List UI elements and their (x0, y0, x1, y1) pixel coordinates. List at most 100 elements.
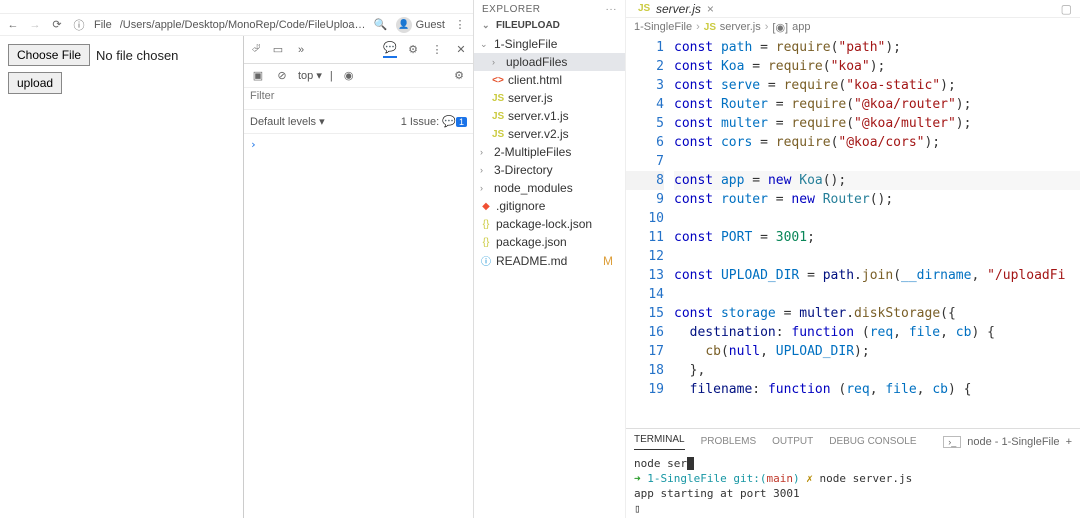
tree-item-label: 1-SingleFile (494, 37, 557, 51)
explorer-root[interactable]: ⌄ FILEUPLOAD (474, 18, 625, 33)
browser-toolbar: ← → ⟳ ⓘ File /Users/apple/Desktop/MonoRe… (0, 14, 473, 36)
chevron-icon: ⌄ (480, 39, 490, 50)
crumb-symbol[interactable]: app (792, 21, 810, 33)
editor-tabs: JS server.js × ▢ (626, 0, 1080, 18)
explorer-more-icon[interactable]: ··· (606, 4, 618, 15)
file-server-v1-js[interactable]: JS server.v1.js (474, 107, 625, 125)
git-status-badge: M (603, 254, 619, 268)
crumb-file[interactable]: server.js (720, 21, 761, 33)
crumb-folder[interactable]: 1-SingleFile (634, 21, 692, 33)
file-server-v2-js[interactable]: JS server.v2.js (474, 125, 625, 143)
folder-1-singlefile[interactable]: ⌄ 1-SingleFile (474, 35, 625, 53)
upload-button[interactable]: upload (8, 72, 62, 94)
inspect-icon[interactable]: ⮰ (248, 43, 264, 56)
browser-tabstrip (0, 0, 473, 14)
avatar-icon: 👤 (396, 17, 412, 33)
tree-item-label: package.json (496, 235, 567, 249)
tab-output[interactable]: OUTPUT (772, 436, 813, 447)
terminal-proc-icon[interactable]: ›_ (943, 436, 961, 448)
tree-item-label: server.v2.js (508, 127, 569, 141)
chevron-icon: › (480, 147, 490, 157)
file-readme-md[interactable]: ⓘREADME.mdM (474, 251, 625, 270)
file-tree: ⌄1-SingleFile›uploadFiles<>client.htmlJS… (474, 33, 625, 518)
tab-server-js[interactable]: JS server.js × (630, 2, 722, 16)
line-gutter: 12345678910111213141516171819 (626, 36, 674, 428)
breadcrumbs[interactable]: 1-SingleFile › JS server.js › [◉] app (626, 18, 1080, 36)
close-devtools-icon[interactable]: ✕ (453, 43, 469, 56)
tree-item-label: node_modules (494, 181, 573, 195)
clear-console-icon[interactable]: ⊘ (274, 69, 290, 82)
console-prompt[interactable]: › (244, 134, 473, 155)
tree-item-label: uploadFiles (506, 55, 567, 69)
file-package-json[interactable]: {} package.json (474, 233, 625, 251)
symbol-icon: [◉] (772, 21, 788, 34)
address-bar[interactable]: /Users/apple/Desktop/MonoRep/Code/FileUp… (120, 19, 366, 31)
terminal-body[interactable]: node ser ➜ 1-SingleFile git:(main) ✗ nod… (626, 454, 1080, 518)
file-package-lock-json[interactable]: {}package-lock.json (474, 215, 625, 233)
vscode-pane: EXPLORER ··· ⌄ FILEUPLOAD ⌄ 1-SingleFile ›… (474, 0, 1080, 518)
url-prefix: File (94, 19, 112, 31)
profile-label: Guest (416, 19, 445, 31)
folder-2-multiplefiles[interactable]: › 2-MultipleFiles (474, 143, 625, 161)
file-client-html[interactable]: <>client.html (474, 71, 625, 89)
js-icon: JS (492, 111, 504, 122)
tree-item-label: 3-Directory (494, 163, 553, 177)
tab-problems[interactable]: PROBLEMS (701, 436, 757, 447)
js-icon: JS (492, 93, 504, 104)
console-filter (244, 88, 473, 110)
file-status-label: No file chosen (96, 48, 178, 63)
json-icon: {} (480, 219, 492, 230)
console-levels-row: Default levels ▾ 1 Issue: 💬1 (244, 110, 473, 134)
close-tab-icon[interactable]: × (707, 2, 714, 16)
chevron-icon: › (480, 165, 490, 175)
device-icon[interactable]: ▭ (270, 43, 286, 56)
folder-node_modules[interactable]: ›node_modules (474, 179, 625, 197)
tab-terminal[interactable]: TERMINAL (634, 434, 685, 450)
explorer-title: EXPLORER (482, 4, 540, 15)
chat-icon[interactable]: 💬 (383, 41, 397, 58)
new-terminal-icon[interactable]: + (1066, 436, 1072, 448)
context-selector[interactable]: top ▾ (298, 69, 322, 82)
choose-file-button[interactable]: Choose File (8, 44, 90, 66)
tree-item-label: server.v1.js (508, 109, 569, 123)
js-icon: JS (492, 129, 504, 140)
info-icon: ⓘ (480, 253, 492, 268)
js-icon: JS (704, 22, 716, 33)
git-icon: ◆ (480, 201, 492, 212)
editor-area: JS server.js × ▢ 1-SingleFile › JS serve… (626, 0, 1080, 518)
tab-debug-console[interactable]: DEBUG CONSOLE (829, 436, 916, 447)
forward-icon[interactable]: → (28, 19, 42, 31)
folder-uploadfiles[interactable]: ›uploadFiles (474, 53, 625, 71)
live-expr-icon[interactable]: ◉ (341, 69, 357, 82)
browser-body: Choose File No file chosen upload ⮰ ▭ » … (0, 36, 473, 518)
search-icon[interactable]: 🔍 (374, 18, 388, 31)
profile-button[interactable]: 👤 Guest (396, 17, 445, 33)
tree-item-label: .gitignore (496, 199, 545, 213)
more-tabs-icon[interactable]: » (292, 44, 310, 56)
panel-tabs: TERMINAL PROBLEMS OUTPUT DEBUG CONSOLE ›… (626, 429, 1080, 454)
console-settings-icon[interactable]: ⚙ (451, 69, 467, 82)
issues-button[interactable]: 1 Issue: 💬1 (401, 115, 467, 128)
file--gitignore[interactable]: ◆ .gitignore (474, 197, 625, 215)
file-origin-icon: ⓘ (72, 17, 86, 33)
code-lines[interactable]: const path = require("path");const Koa =… (674, 36, 1080, 428)
code-editor[interactable]: 12345678910111213141516171819 const path… (626, 36, 1080, 428)
reload-icon[interactable]: ⟳ (50, 18, 64, 31)
html-icon: <> (492, 75, 504, 86)
back-icon[interactable]: ← (6, 19, 20, 31)
terminal-panel: TERMINAL PROBLEMS OUTPUT DEBUG CONSOLE ›… (626, 428, 1080, 518)
json-icon: {} (480, 237, 492, 248)
file-server-js[interactable]: JSserver.js (474, 89, 625, 107)
menu-icon[interactable]: ⋮ (453, 18, 467, 31)
devtools-toolbar: ⮰ ▭ » 💬 ⚙ ⋮ ✕ (244, 36, 473, 64)
terminal-proc-label[interactable]: node - 1-SingleFile (967, 436, 1059, 448)
filter-input[interactable] (244, 88, 473, 104)
more-icon[interactable]: ⋮ (429, 43, 445, 56)
toggle-sidebar-icon[interactable]: ▣ (250, 69, 266, 82)
tree-item-label: 2-MultipleFiles (494, 145, 571, 159)
layout-icon[interactable]: ▢ (1057, 0, 1076, 18)
folder-3-directory[interactable]: › 3-Directory (474, 161, 625, 179)
settings-icon[interactable]: ⚙ (405, 43, 421, 56)
levels-selector[interactable]: Default levels ▾ (250, 115, 325, 128)
explorer-sidebar: EXPLORER ··· ⌄ FILEUPLOAD ⌄ 1-SingleFile ›… (474, 0, 626, 518)
